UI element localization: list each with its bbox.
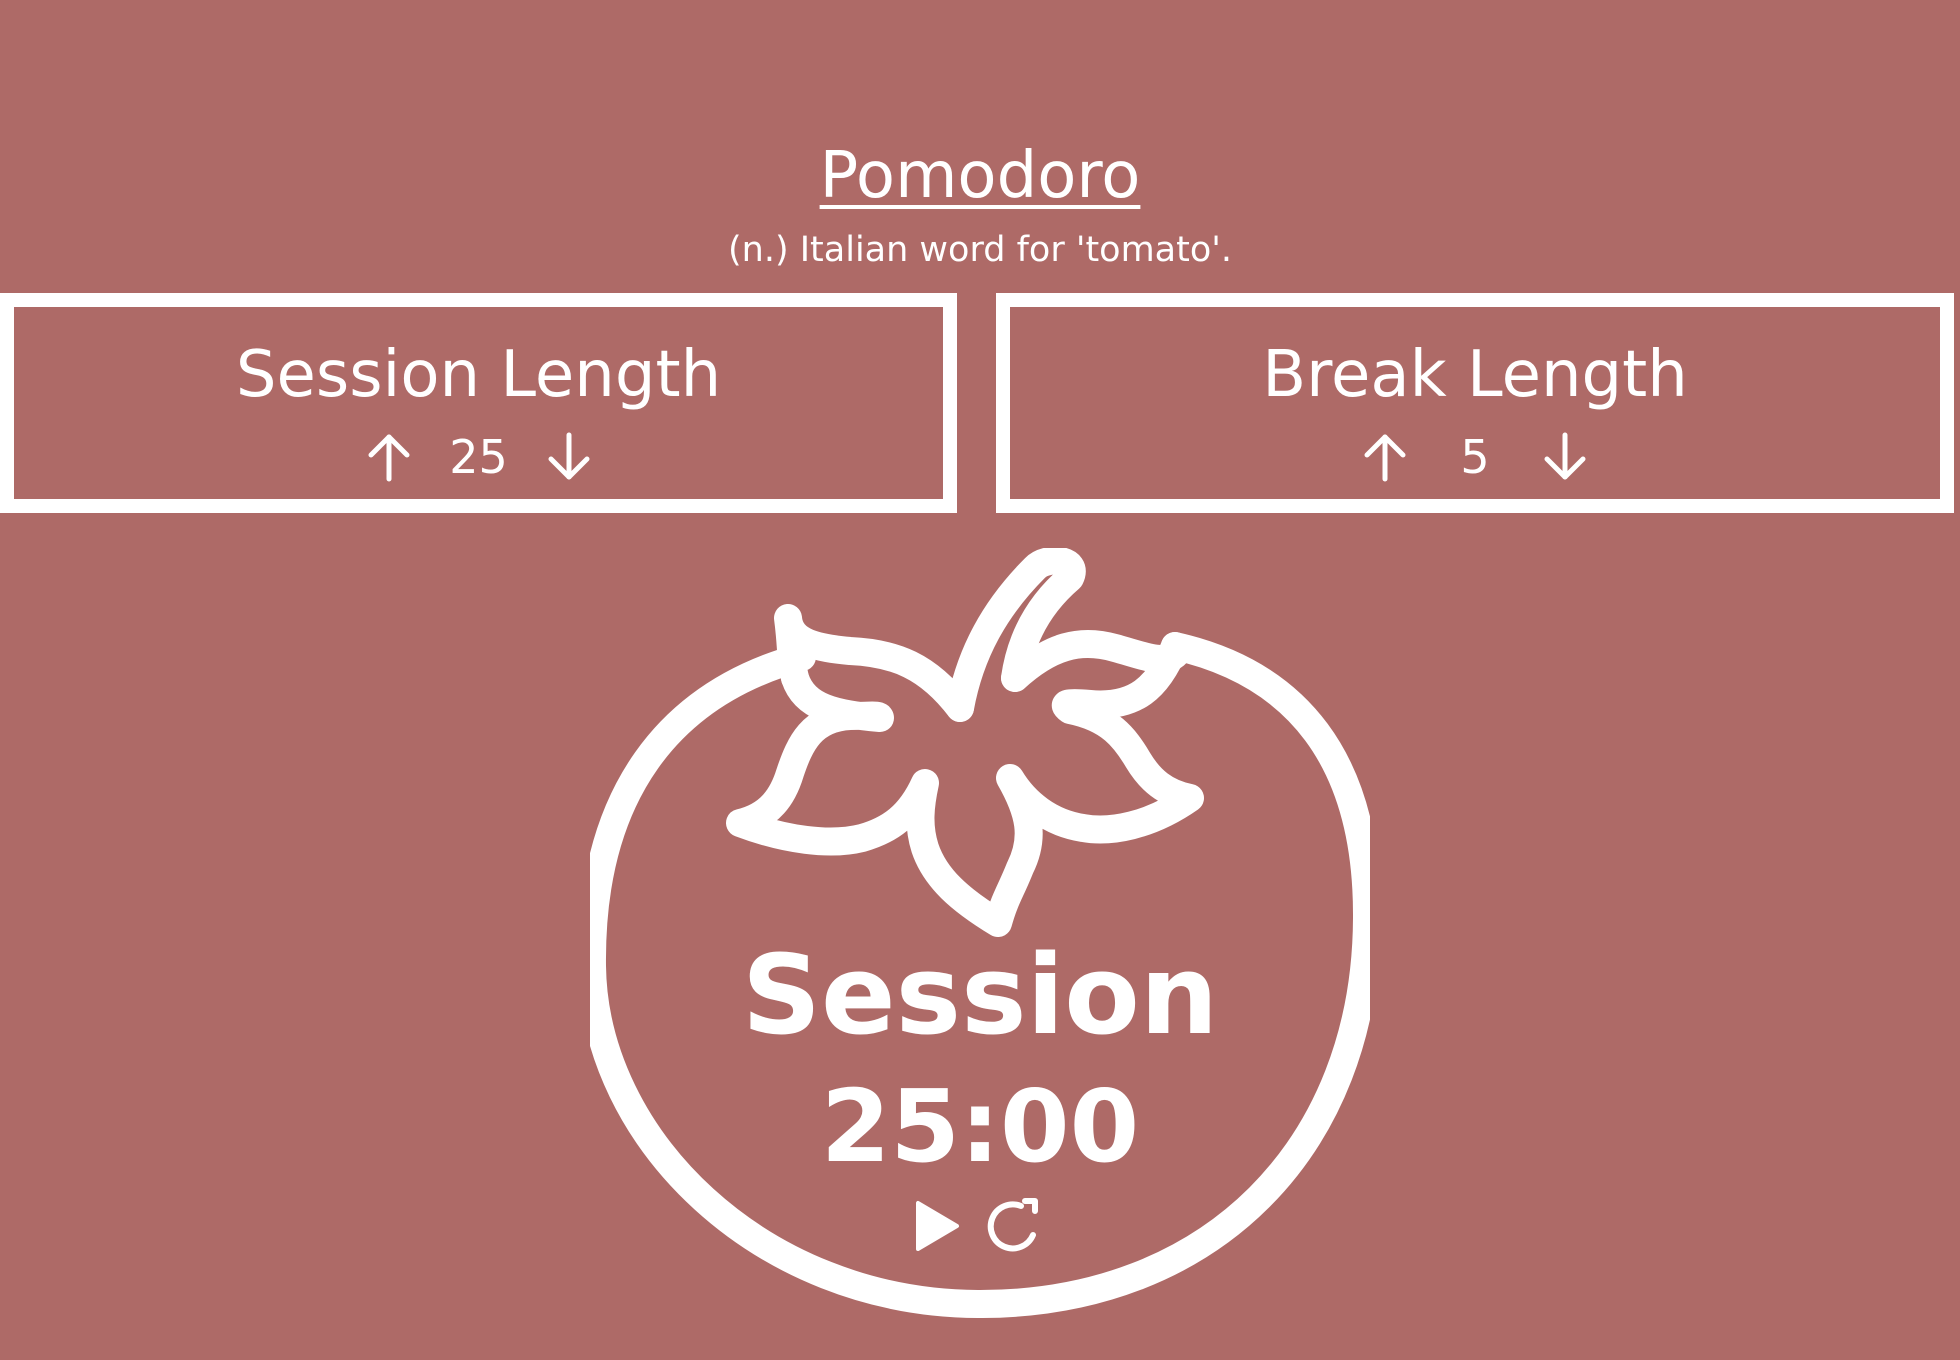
play-button[interactable] [905, 1195, 967, 1257]
arrow-down-icon [548, 432, 589, 480]
session-length-panel: Session Length 25 [0, 293, 957, 513]
reset-icon [987, 1198, 1038, 1252]
break-increment-button[interactable] [1361, 431, 1409, 483]
break-length-panel: Break Length 5 [996, 293, 1954, 513]
arrow-down-icon [1544, 432, 1586, 480]
session-length-controls: 25 [14, 429, 943, 485]
break-length-controls: 5 [1010, 429, 1940, 485]
break-decrement-button[interactable] [1541, 431, 1589, 483]
arrow-up-icon [368, 434, 409, 482]
app-title: Pomodoro [819, 139, 1141, 213]
session-length-value: 25 [449, 430, 508, 484]
timer-label: Session [741, 931, 1219, 1059]
session-decrement-button[interactable] [545, 431, 593, 483]
timer-controls [905, 1195, 1065, 1257]
reset-button[interactable] [983, 1195, 1045, 1257]
break-length-label: Break Length [1262, 338, 1688, 412]
app-subtitle: (n.) Italian word for 'tomato'. [727, 230, 1233, 270]
arrow-up-icon [1364, 434, 1406, 482]
timer-display: 25:00 [820, 1068, 1140, 1185]
session-increment-button[interactable] [365, 431, 413, 483]
session-length-label: Session Length [235, 338, 722, 412]
play-icon [916, 1201, 959, 1251]
break-length-value: 5 [1460, 430, 1490, 484]
